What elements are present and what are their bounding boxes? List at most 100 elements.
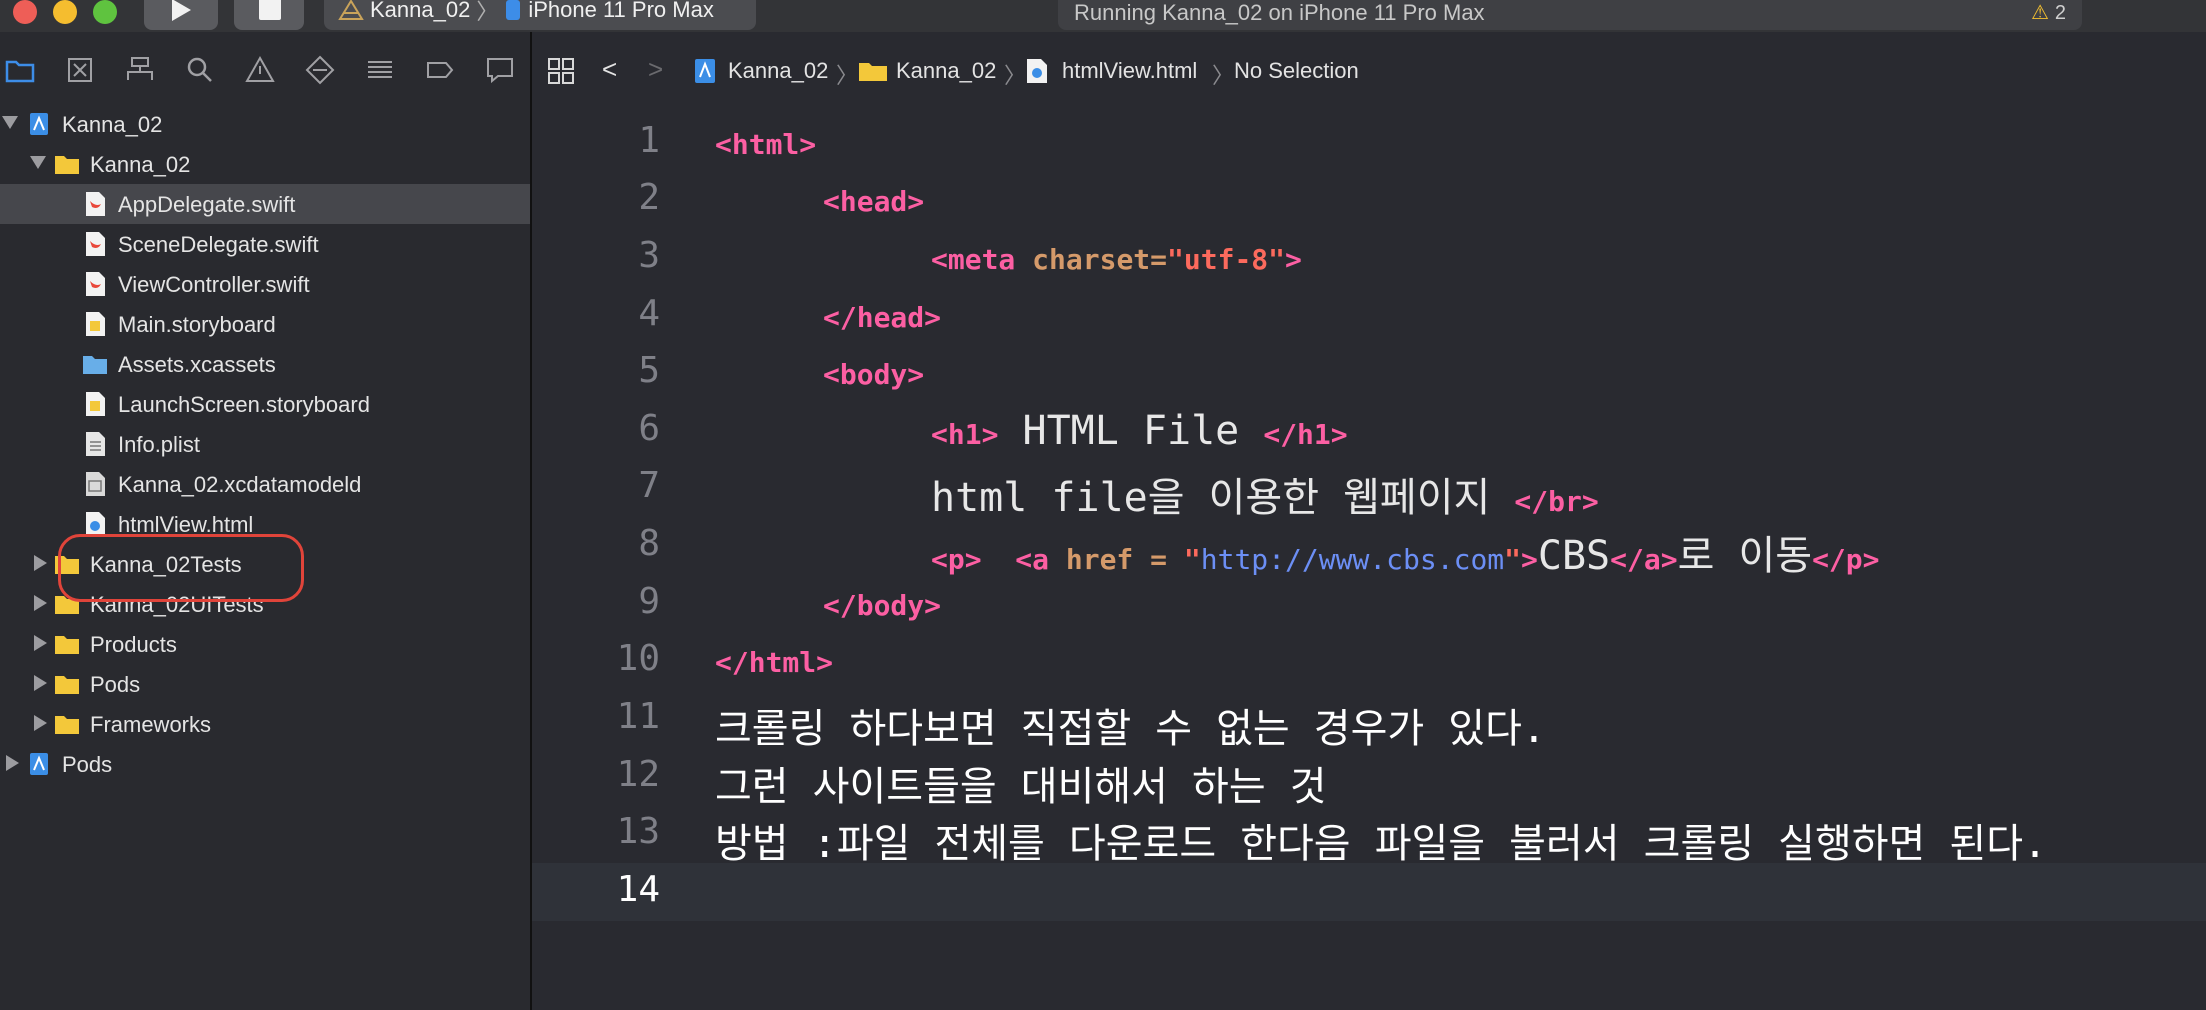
code-token: </html> [715,646,834,679]
search-icon[interactable] [184,54,216,86]
disclosure-closed-icon[interactable] [34,715,47,731]
code-line[interactable]: 10 </html> [532,632,2206,690]
folder-icon[interactable] [4,54,36,86]
disclosure-closed-icon[interactable] [34,555,47,571]
code-text: <body> [823,358,924,391]
html-file-icon [82,511,108,537]
debug-icon[interactable] [364,54,396,86]
source-control-icon[interactable] [64,54,96,86]
scheme-selector[interactable]: Kanna_02 〉 iPhone 11 Pro Max [324,0,756,30]
code-token: http://www.cbs.com [1200,543,1505,576]
back-arrow-icon[interactable]: < [602,54,617,85]
code-token: " [1504,543,1522,576]
disclosure-closed-icon[interactable] [6,755,19,771]
related-items-icon[interactable] [546,56,576,86]
project-icon [26,111,52,137]
minimize-window-button[interactable] [53,0,77,24]
activity-viewer: Running Kanna_02 on iPhone 11 Pro Max ⚠ 2 [1058,0,2082,30]
code-line[interactable]: 4 </head> [532,287,2206,345]
disclosure-open-icon[interactable] [30,156,46,169]
code-line[interactable]: 14 [532,863,2206,921]
code-token: <head> [823,185,925,218]
tree-item-products[interactable]: Products [0,624,530,664]
code-token: 크롤링 하다보면 직접할 수 없는 경우가 있다. [715,706,1546,752]
folder-icon [54,551,80,577]
code-line[interactable]: 9 </body> [532,575,2206,633]
app-target-icon [338,0,364,20]
tree-item-appdelegate-swift[interactable]: AppDelegate.swift [0,184,530,224]
jumpbar-group[interactable]: Kanna_02 [896,58,996,84]
disclosure-closed-icon[interactable] [34,635,47,651]
code-text: <html> [715,128,816,161]
code-line[interactable]: 11 크롤링 하다보면 직접할 수 없는 경우가 있다. [532,690,2206,752]
tree-item-frameworks[interactable]: Frameworks [0,704,530,744]
jumpbar-selection[interactable]: No Selection [1234,58,1359,84]
code-line[interactable]: 13 방법 :파일 전체를 다운로드 한다음 파일을 불러서 크롤링 실행하면 된… [532,805,2206,867]
tree-item-htmlview-html[interactable]: htmlView.html [0,504,530,544]
warning-icon[interactable] [244,54,276,86]
tree-item-viewcontroller-swift[interactable]: ViewController.swift [0,264,530,304]
tree-item-label: Main.storyboard [118,312,276,337]
window-toolbar: Kanna_02 〉 iPhone 11 Pro Max Running Kan… [0,0,2206,32]
code-text: <h1> HTML File </h1> [931,408,1348,454]
warnings-indicator[interactable]: ⚠ 2 [2031,0,2066,25]
hierarchy-icon[interactable] [124,54,156,86]
navigator-selector-bar [0,54,530,90]
code-line[interactable]: 12 그런 사이트들을 대비해서 하는 것 [532,748,2206,810]
forward-arrow-icon[interactable]: > [648,54,663,85]
code-token: > [1285,243,1302,276]
code-line[interactable]: 8 <p> <a href = "http://www.cbs.com">CBS<… [532,517,2206,579]
close-window-button[interactable] [13,0,37,24]
chevron-right-icon: 〉 [476,0,499,24]
code-line[interactable]: 7 html file을 이용한 웹페이지 </br> [532,459,2206,521]
swift-file-icon [82,191,108,217]
tree-item-info-plist[interactable]: Info.plist [0,424,530,464]
zoom-window-button[interactable] [93,0,117,24]
test-icon[interactable] [304,54,336,86]
tree-item-label: Pods [62,752,113,777]
code-line[interactable]: 1 <html> [532,114,2206,172]
line-number: 9 [638,581,660,622]
disclosure-closed-icon[interactable] [34,675,47,691]
code-token: > [1521,543,1538,576]
project-icon [26,751,52,777]
tree-item-pods[interactable]: Pods [0,664,530,704]
tree-item-scenedelegate-swift[interactable]: SceneDelegate.swift [0,224,530,264]
scheme-device: iPhone 11 Pro Max [528,0,714,22]
tree-item-pods[interactable]: Pods [0,744,530,784]
code-line[interactable]: 2 <head> [532,171,2206,229]
tree-item-kanna-02[interactable]: Kanna_02 [0,144,530,184]
tree-item-assets-xcassets[interactable]: Assets.xcassets [0,344,530,384]
tree-item-label: Assets.xcassets [118,352,276,377]
code-line[interactable]: 3 <meta charset="utf-8"> [532,229,2206,287]
jumpbar-project[interactable]: Kanna_02 [728,58,828,84]
swift-file-icon [82,271,108,297]
stop-button[interactable] [234,0,304,30]
breakpoint-icon[interactable] [424,54,456,86]
line-number: 3 [638,235,660,276]
disclosure-closed-icon[interactable] [34,595,47,611]
tree-item-label: Products [90,632,177,657]
tree-item-kanna-02-xcdatamodeld[interactable]: Kanna_02.xcdatamodeld [0,464,530,504]
code-text: <p> <a href = "http://www.cbs.com">CBS</… [931,523,1880,581]
code-line[interactable]: 5 <body> [532,344,2206,402]
tree-item-kanna-02uitests[interactable]: Kanna_02UITests [0,584,530,624]
code-token: 방법 :파일 전체를 다운로드 한다음 파일을 불러서 크롤링 실행하면 된다. [715,821,2048,867]
tree-item-label: Kanna_02UITests [90,592,264,617]
tree-item-label: htmlView.html [118,512,254,537]
jumpbar-file[interactable]: htmlView.html [1062,58,1197,84]
line-number: 2 [638,177,660,218]
tree-item-kanna-02tests[interactable]: Kanna_02Tests [0,544,530,584]
source-editor: < > Kanna_02 〉 Kanna_02 〉 htmlView.html … [532,32,2206,1010]
project-icon [695,59,715,83]
disclosure-open-icon[interactable] [2,116,18,129]
code-token: </head> [823,301,942,334]
code-line[interactable]: 6 <h1> HTML File </h1> [532,402,2206,460]
tree-item-kanna-02[interactable]: Kanna_02 [0,104,530,144]
report-icon[interactable] [484,54,516,86]
tree-item-launchscreen-storyboard[interactable]: LaunchScreen.storyboard [0,384,530,424]
tree-item-label: ViewController.swift [118,272,310,297]
run-button[interactable] [144,0,218,30]
tree-item-main-storyboard[interactable]: Main.storyboard [0,304,530,344]
datamodel-icon [82,471,108,497]
